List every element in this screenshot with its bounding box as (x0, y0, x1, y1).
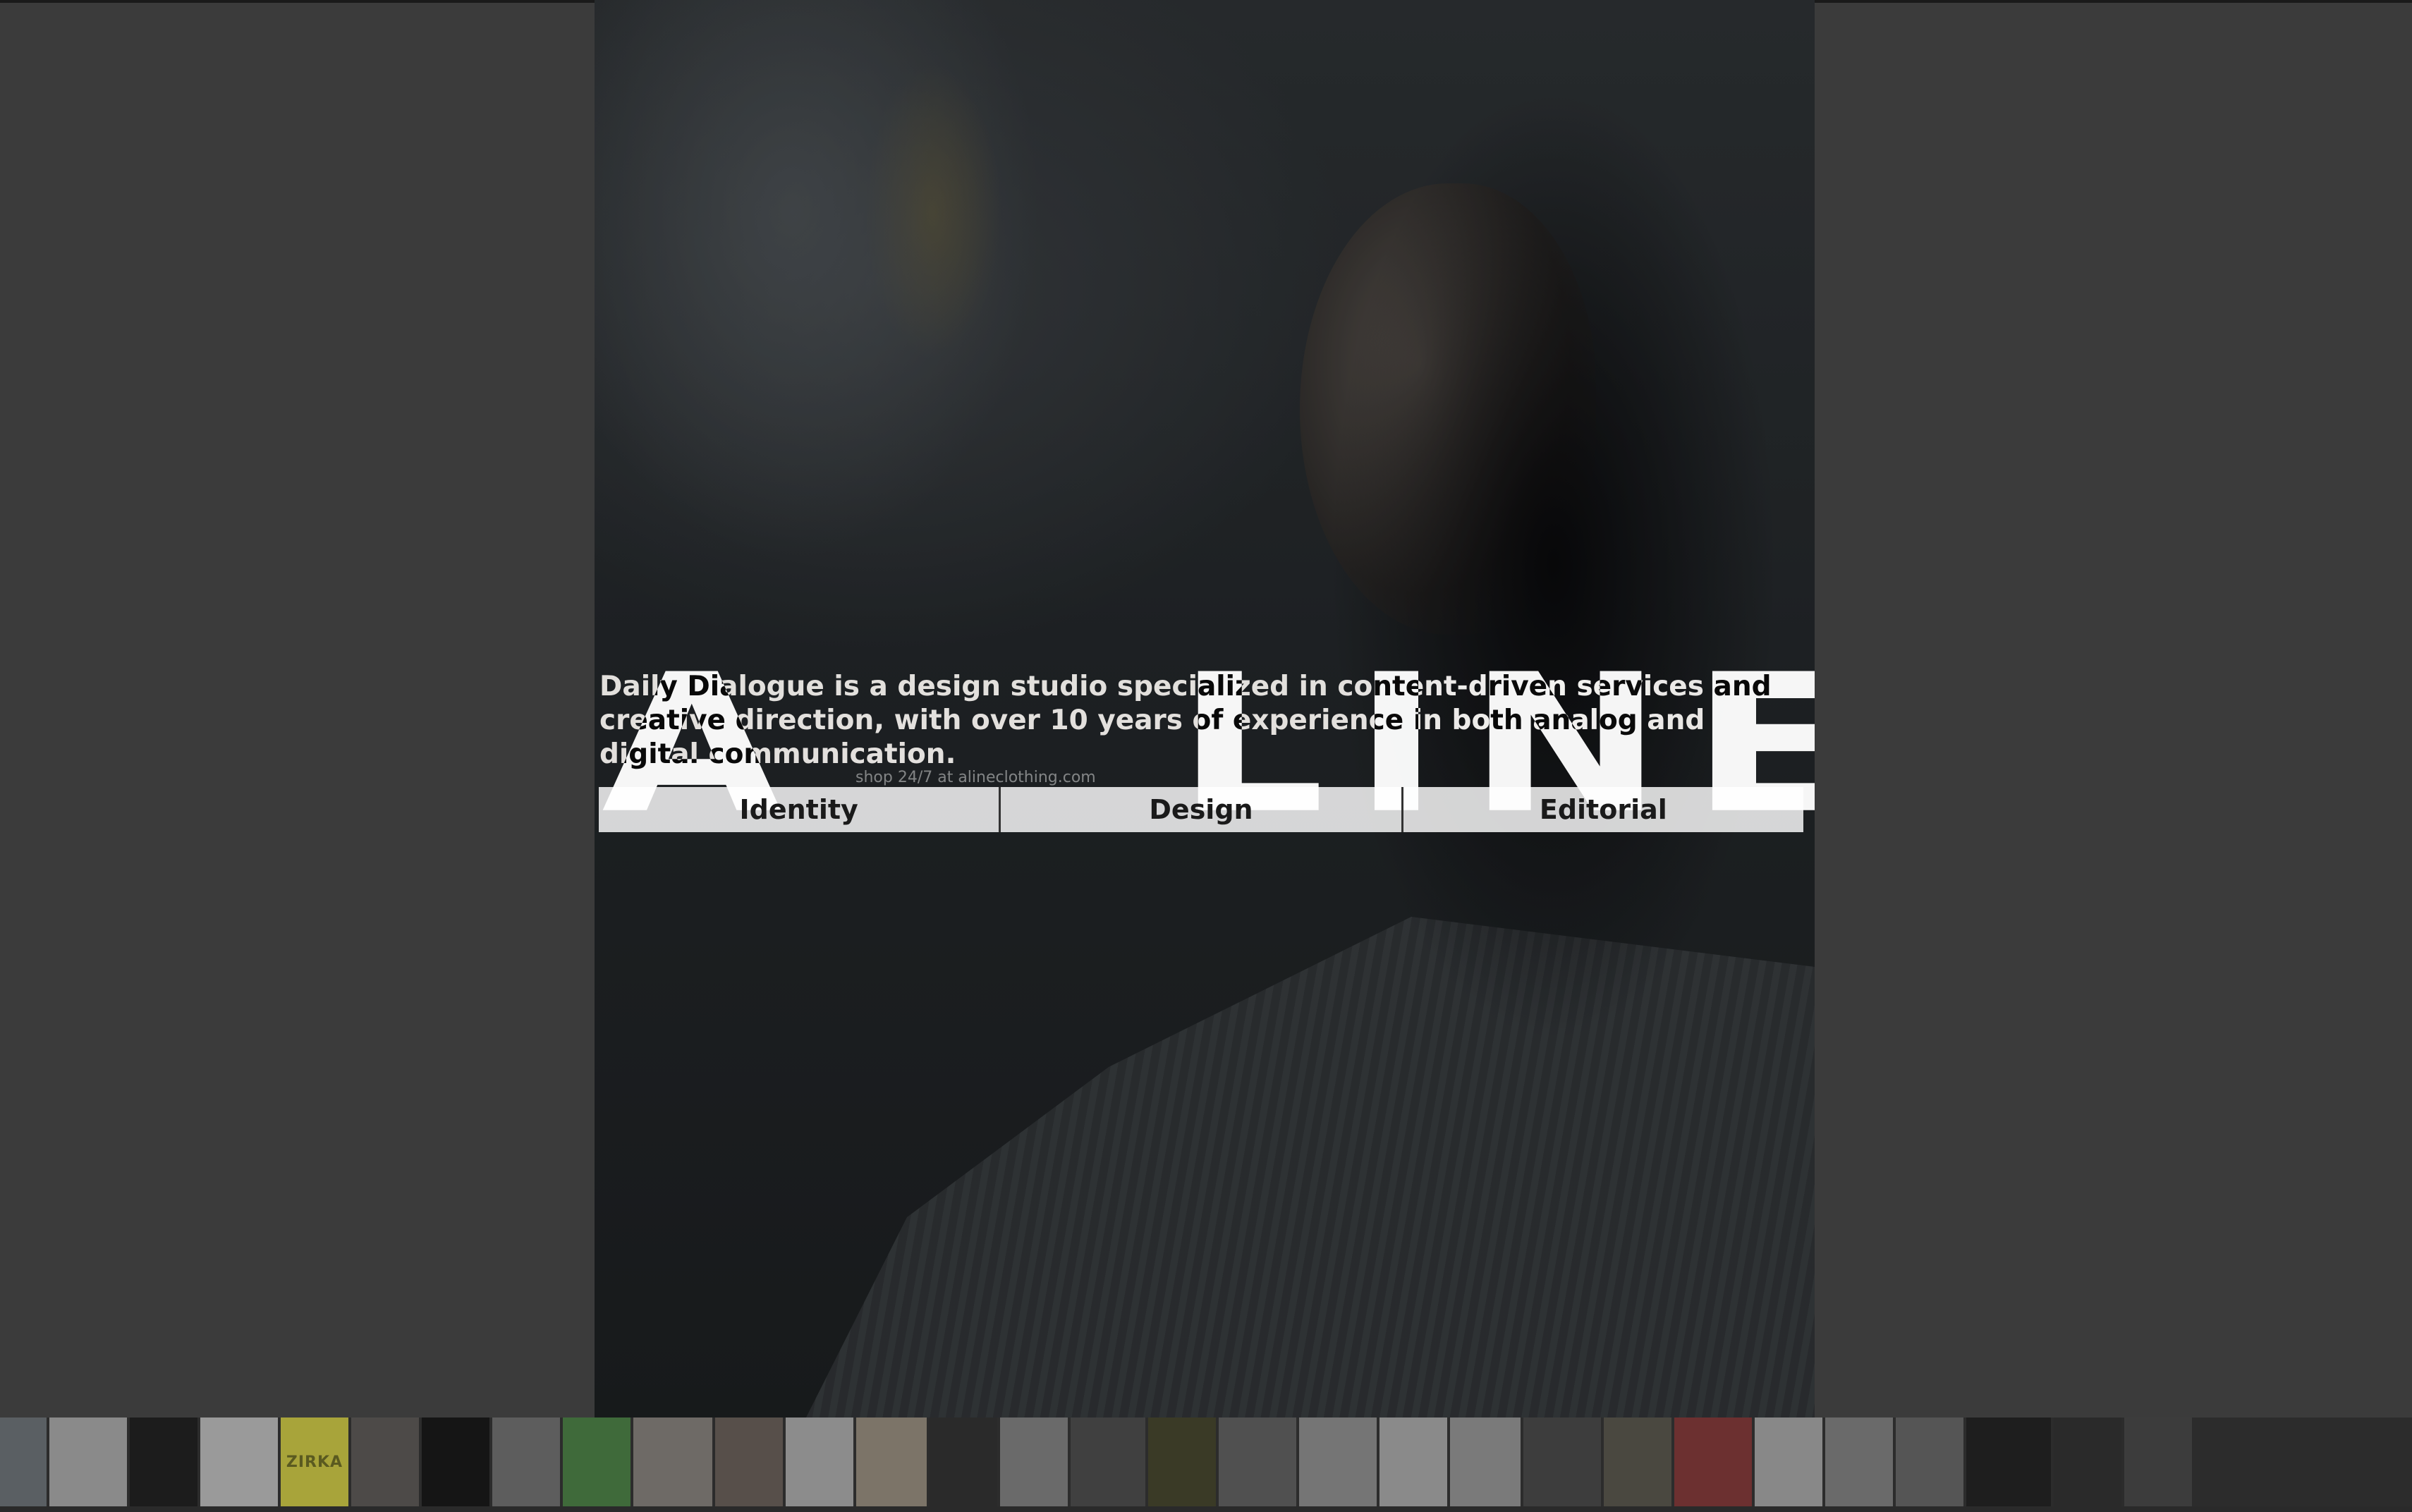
project-thumb-18[interactable] (1219, 1418, 1296, 1506)
category-identity-button[interactable]: Identity (599, 787, 999, 832)
project-thumb-16[interactable] (1071, 1418, 1145, 1506)
project-thumb-14[interactable] (930, 1418, 997, 1506)
project-thumb-13[interactable] (856, 1418, 927, 1506)
category-nav: Identity Design Editorial (599, 787, 1803, 832)
project-thumb-19[interactable] (1299, 1418, 1377, 1506)
project-thumb-08[interactable] (492, 1418, 560, 1506)
project-thumb-01[interactable] (0, 1418, 47, 1506)
project-thumb-02[interactable] (49, 1418, 127, 1506)
project-thumb-25[interactable] (1755, 1418, 1822, 1506)
project-thumb-23[interactable] (1604, 1418, 1671, 1506)
project-thumb-11[interactable] (715, 1418, 783, 1506)
project-thumb-10[interactable] (633, 1418, 712, 1506)
studio-intro-text: Daily Dialogue is a design studio specia… (599, 671, 1772, 770)
project-thumb-05[interactable]: ZIRKA (281, 1418, 348, 1506)
project-thumb-09[interactable] (563, 1418, 631, 1506)
page: A LINE shop 24/7 at alineclothing.com Dai… (0, 0, 2412, 1512)
project-thumb-24[interactable] (1674, 1418, 1752, 1506)
project-thumb-20[interactable] (1379, 1418, 1447, 1506)
category-editorial-button[interactable]: Editorial (1401, 787, 1803, 832)
bottom-border (0, 1506, 2412, 1512)
category-design-button[interactable]: Design (999, 787, 1401, 832)
project-thumb-21[interactable] (1450, 1418, 1521, 1506)
project-thumb-17[interactable] (1148, 1418, 1216, 1506)
project-thumb-22[interactable] (1523, 1418, 1601, 1506)
project-thumb-06[interactable] (351, 1418, 419, 1506)
project-thumb-27[interactable] (1896, 1418, 1963, 1506)
project-thumb-30[interactable] (2124, 1418, 2192, 1506)
project-thumbnail-strip[interactable]: ZIRKA (0, 1418, 2412, 1506)
project-thumb-12[interactable] (786, 1418, 853, 1506)
project-thumb-26[interactable] (1825, 1418, 1893, 1506)
thumb-label: ZIRKA (286, 1453, 343, 1471)
project-thumb-07[interactable] (422, 1418, 489, 1506)
project-thumb-28[interactable] (1966, 1418, 2051, 1506)
project-thumb-03[interactable] (130, 1418, 197, 1506)
project-thumb-29[interactable] (2054, 1418, 2121, 1506)
project-thumb-04[interactable] (200, 1418, 278, 1506)
project-thumb-15[interactable] (1000, 1418, 1068, 1506)
